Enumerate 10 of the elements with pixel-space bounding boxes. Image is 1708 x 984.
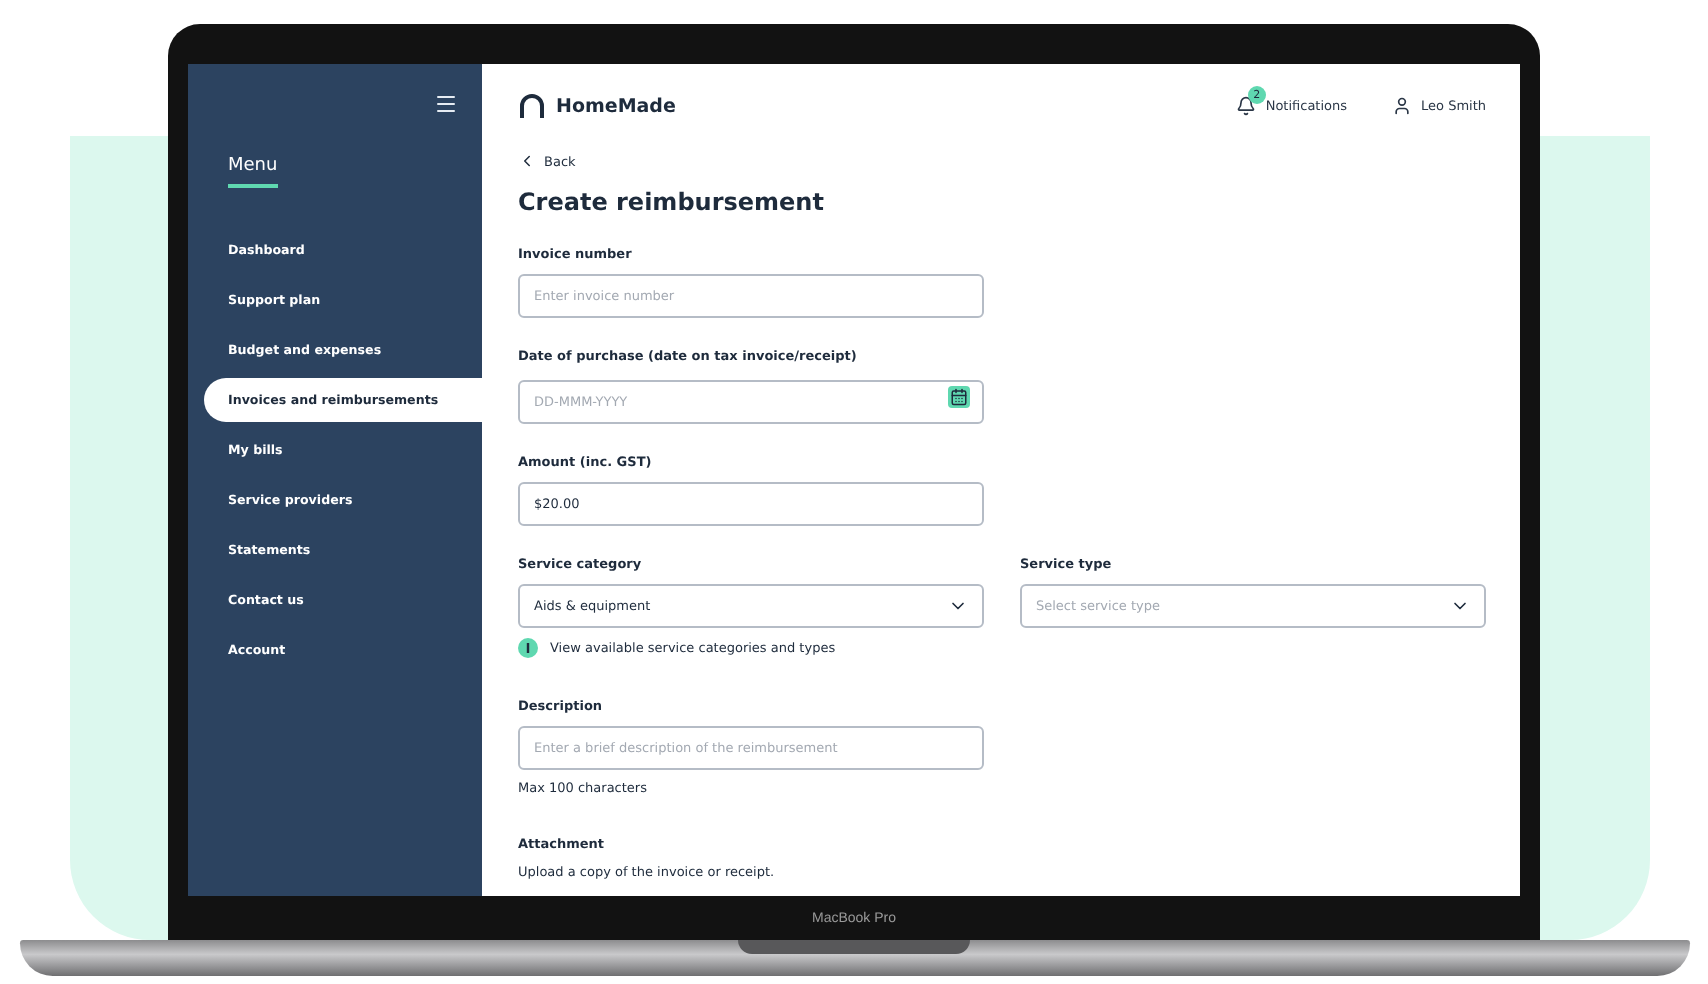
chevron-left-icon xyxy=(518,152,536,170)
house-arc-logo-icon xyxy=(518,94,546,118)
calendar-icon[interactable] xyxy=(948,386,970,408)
menu-title: Menu xyxy=(228,156,278,188)
bell-icon[interactable] xyxy=(1235,96,1256,116)
brand-name: HomeMade xyxy=(556,95,676,117)
user-icon[interactable] xyxy=(1391,96,1412,116)
menu-icon[interactable] xyxy=(434,92,458,116)
info-icon xyxy=(518,638,538,658)
page-title: Create reimbursement xyxy=(518,188,826,216)
